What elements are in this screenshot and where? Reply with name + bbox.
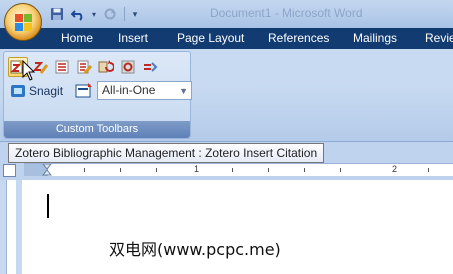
snagit-profile-dropdown[interactable]: All-in-One ▼: [97, 81, 193, 100]
customize-qat-icon[interactable]: ▾: [130, 5, 140, 23]
horizontal-ruler[interactable]: 1 2: [24, 163, 453, 176]
snagit-icon[interactable]: [10, 83, 26, 99]
ruler-tick: [304, 168, 305, 172]
office-button[interactable]: [4, 3, 42, 41]
group-label: Custom Toolbars: [4, 121, 190, 138]
document-title: Document1 - Microsoft Word: [210, 6, 363, 20]
ruler-number: 2: [392, 164, 398, 174]
ruler-tick: [232, 168, 233, 172]
snagit-label[interactable]: Snagit: [29, 84, 63, 98]
tab-insert[interactable]: Insert: [118, 28, 148, 49]
text-caret: [47, 194, 49, 218]
ruler-number: 1: [194, 164, 200, 174]
ribbon: Snagit All-in-One ▼ Custom Toolbars: [0, 49, 453, 142]
ruler-tick: [340, 168, 341, 172]
ribbon-tab-bar: Home Insert Page Layout References Maili…: [0, 28, 453, 49]
zotero-insert-bibliography-button[interactable]: [52, 57, 72, 77]
zotero-insert-bibliography-icon: [55, 60, 69, 74]
zotero-refresh-button[interactable]: [96, 57, 116, 77]
save-icon[interactable]: [48, 5, 66, 23]
qat-separator: [124, 7, 125, 21]
zotero-unlink-icon: [144, 62, 158, 72]
tab-mailings[interactable]: Mailings: [353, 28, 397, 49]
title-bar: ▾ ▾ Document1 - Microsoft Word: [0, 0, 453, 28]
snagit-toolbar: Snagit All-in-One ▼: [10, 81, 193, 100]
zotero-edit-bibliography-button[interactable]: [74, 57, 94, 77]
mouse-cursor-icon: [22, 60, 36, 81]
tab-selector-button[interactable]: [3, 164, 16, 177]
ruler-tick: [428, 168, 429, 172]
ruler-tick: [120, 168, 121, 172]
watermark-text: 双电网(www.pcpc.me): [109, 240, 281, 259]
tooltip: Zotero Bibliographic Management : Zotero…: [8, 143, 325, 163]
tab-references[interactable]: References: [268, 28, 329, 49]
tab-home[interactable]: Home: [61, 28, 93, 49]
quick-access-toolbar: ▾ ▾: [48, 4, 140, 24]
vertical-ruler: [0, 180, 22, 274]
vertical-ruler-strip: [6, 180, 16, 274]
redo-icon[interactable]: [101, 5, 119, 23]
zotero-preferences-button[interactable]: [118, 57, 138, 77]
zotero-preferences-icon: [121, 60, 135, 74]
ruler-tick: [156, 168, 157, 172]
snagit-capture-icon[interactable]: [75, 82, 93, 100]
undo-dropdown-icon[interactable]: ▾: [90, 5, 98, 23]
ruler-tick: [84, 168, 85, 172]
ruler-tick: [268, 168, 269, 172]
tab-page-layout[interactable]: Page Layout: [177, 28, 244, 49]
zotero-unlink-button[interactable]: [140, 57, 160, 77]
undo-icon[interactable]: [69, 5, 87, 23]
tab-review[interactable]: Revie: [425, 28, 453, 49]
indent-marker-icon[interactable]: [42, 164, 52, 176]
zotero-edit-bibliography-icon: [77, 60, 92, 74]
office-logo-icon: [15, 14, 33, 32]
zotero-refresh-icon: [98, 60, 114, 73]
chevron-down-icon: ▼: [179, 86, 189, 96]
snagit-profile-value: All-in-One: [102, 83, 156, 97]
